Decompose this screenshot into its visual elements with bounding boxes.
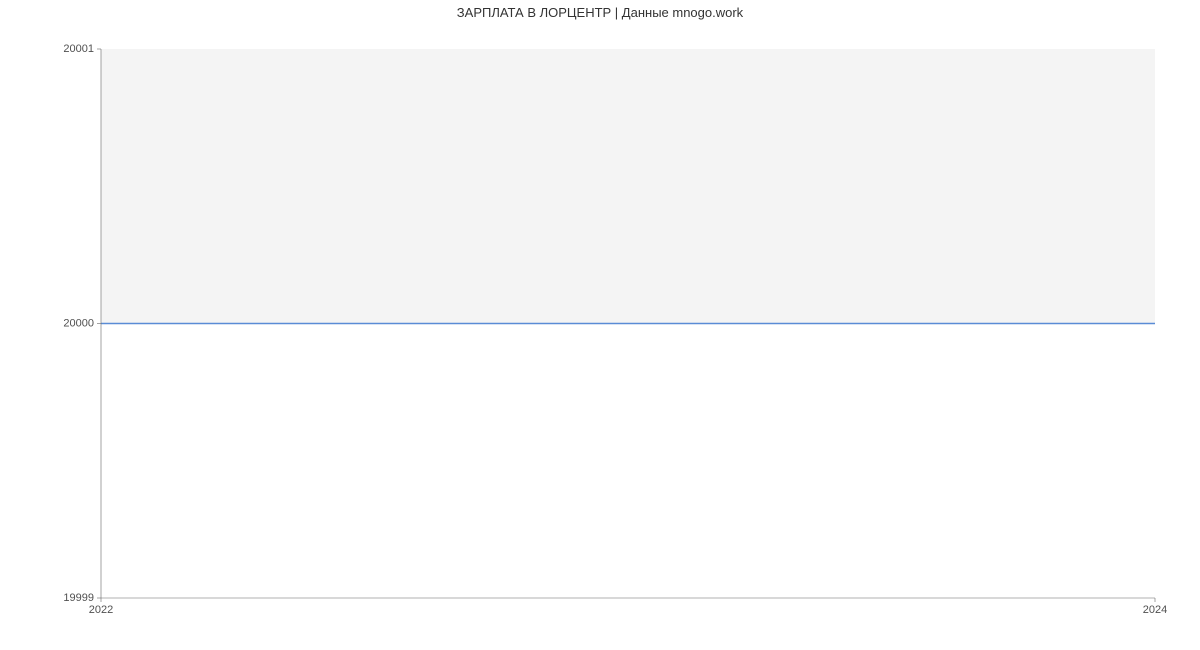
svg-text:2022: 2022 [89, 604, 113, 616]
svg-text:20001: 20001 [63, 43, 94, 55]
fill-area [101, 49, 1155, 324]
svg-text:19999: 19999 [63, 592, 94, 604]
svg-text:2024: 2024 [1143, 604, 1167, 616]
chart-svg: 19999 20000 20001 2022 2024 [0, 0, 1200, 650]
svg-text:20000: 20000 [63, 317, 94, 329]
